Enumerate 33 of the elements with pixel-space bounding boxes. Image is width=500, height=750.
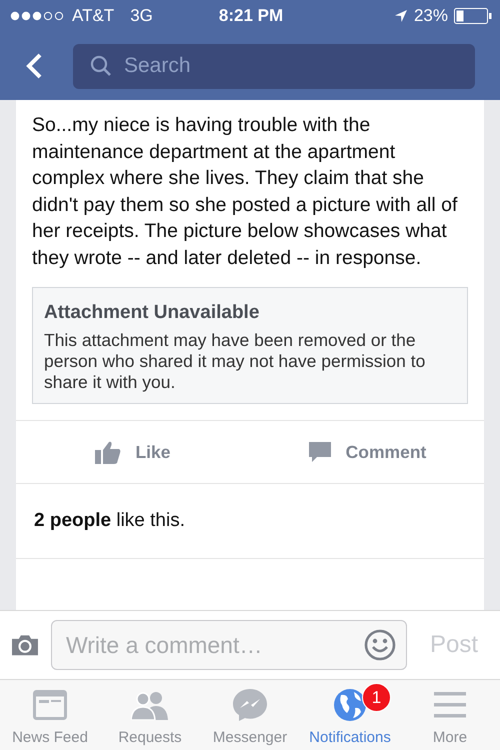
speech-bubble-icon <box>308 440 332 464</box>
messenger-icon <box>232 688 268 722</box>
globe-icon <box>333 688 367 722</box>
messenger-tab[interactable]: Messenger <box>200 680 300 750</box>
comment-button[interactable]: Comment <box>250 421 484 483</box>
location-arrow-icon <box>394 9 408 23</box>
battery-percent: 23% <box>414 6 448 26</box>
signal-icon <box>10 11 66 21</box>
notification-badge: 1 <box>362 683 391 712</box>
back-icon[interactable] <box>25 52 43 80</box>
battery-icon <box>454 8 492 24</box>
menu-icon <box>434 692 466 718</box>
post-text: So...my niece is having trouble with the maintenance department at the apartment complex where she lives. They claim that she didn't pay them so she posted a picture with all of her receipts. The picture below showcases what they wrote -- and later deleted -- in response. <box>31 113 458 270</box>
feed-tab[interactable]: News Feed <box>0 680 100 750</box>
search-input[interactable]: Search <box>122 53 461 79</box>
notifications-tab[interactable]: 1 Notifications <box>300 680 400 750</box>
like-button[interactable]: Like <box>16 421 250 483</box>
thumbs-up-icon <box>95 440 122 464</box>
search-icon <box>90 55 112 77</box>
smiley-icon[interactable] <box>364 629 396 661</box>
clock-time: 8:21 PM <box>218 6 284 26</box>
more-tab[interactable]: More <box>400 680 500 750</box>
attachment-message: This attachment may have been removed or the person who shared it may not have permission to share it with you. <box>44 330 426 393</box>
comment-input[interactable]: Write a comment… <box>64 630 364 660</box>
likes-summary: 2 people like this. <box>16 484 484 559</box>
people-icon <box>131 690 169 720</box>
comment-field[interactable]: Write a comment… <box>50 620 407 670</box>
search-field[interactable]: Search <box>73 44 475 88</box>
attachment-title: Attachment Unavailable <box>44 302 260 324</box>
network-type: 3G <box>130 6 153 26</box>
requests-tab[interactable]: Requests <box>100 680 200 750</box>
carrier-name: AT&T <box>72 6 114 26</box>
news-feed-icon <box>33 690 67 720</box>
